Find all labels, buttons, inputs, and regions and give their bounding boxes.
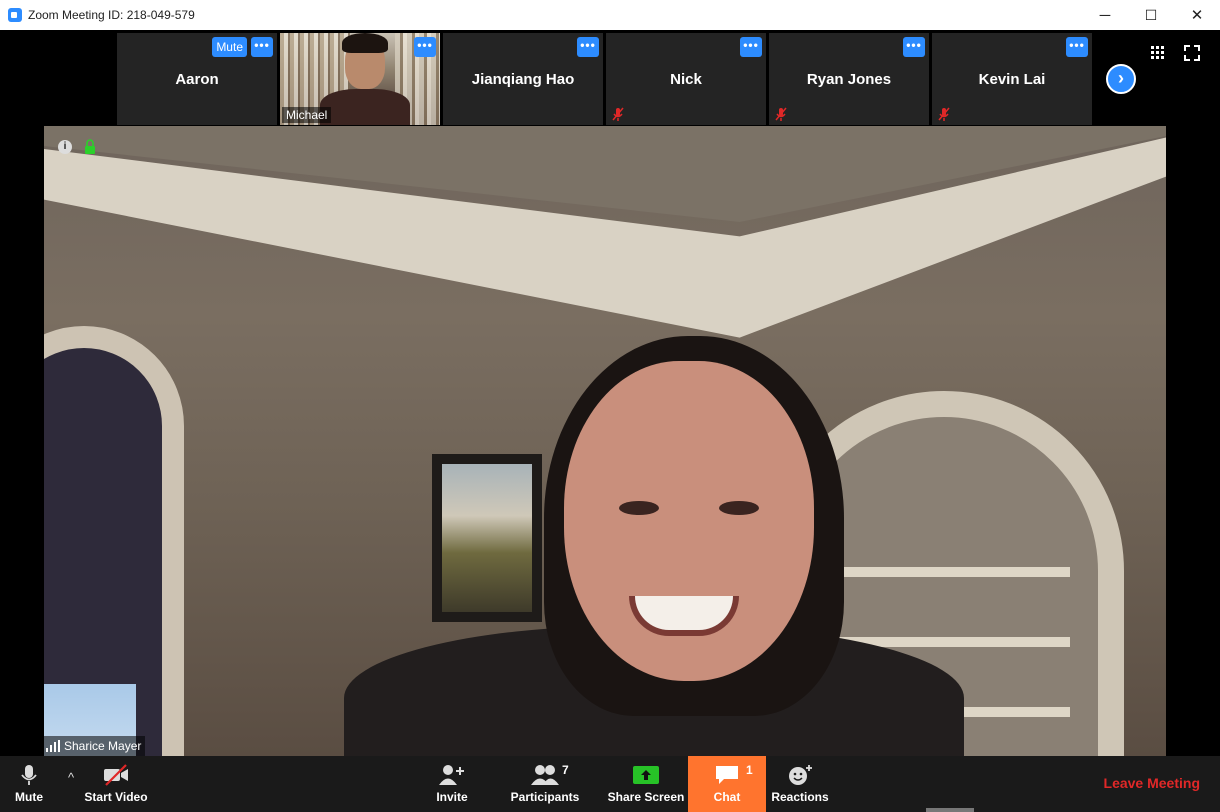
chat-button[interactable]: Chat [688,756,766,812]
audio-options-caret-icon[interactable]: ^ [62,770,80,788]
speaker-eye [619,501,659,515]
close-button[interactable]: ✕ [1174,0,1220,30]
reactions-label: Reactions [771,790,829,804]
zoom-app-icon [8,8,22,22]
speaker-name-text: Sharice Mayer [64,739,142,753]
participant-video-body [320,89,410,125]
gallery-view-icon[interactable] [1151,46,1165,60]
participants-count: 7 [562,763,569,777]
speaker-eye [719,501,759,515]
chat-bubble-icon [716,766,738,784]
video-painting-art [442,464,532,612]
mute-button[interactable]: Mute [8,756,50,812]
more-options-button[interactable]: ••• [740,37,762,57]
leave-meeting-button[interactable]: Leave Meeting [1104,775,1200,791]
mute-participant-button[interactable]: Mute [212,37,247,57]
maximize-button[interactable]: ☐ [1128,0,1174,30]
start-video-button[interactable]: Start Video [82,756,150,812]
participants-label: Participants [510,790,580,804]
participant-tile-kevin-lai[interactable]: Kevin Lai ••• [932,33,1092,125]
fullscreen-icon[interactable] [1184,45,1200,61]
participant-tile-aaron[interactable]: Aaron Mute ••• [117,33,277,125]
next-page-arrow-icon[interactable]: › [1106,64,1136,94]
participant-tile-ryan-jones[interactable]: Ryan Jones ••• [769,33,929,125]
encryption-lock-icon[interactable] [84,139,96,155]
minimize-button[interactable]: ─ [1082,0,1128,30]
muted-mic-icon [938,107,950,121]
participant-name: Aaron [175,71,219,88]
participant-video-hair [342,33,388,53]
muted-mic-icon [612,107,624,121]
participant-name: Kevin Lai [978,71,1046,88]
title-bar: Zoom Meeting ID: 218-049-579 ─ ☐ ✕ [0,0,1220,30]
more-options-button[interactable]: ••• [577,37,599,57]
window-controls: ─ ☐ ✕ [1082,0,1220,30]
more-options-button[interactable]: ••• [903,37,925,57]
participant-tile-nick[interactable]: Nick ••• [606,33,766,125]
participant-name: Nick [670,71,702,88]
participant-tile-jianqiang-hao[interactable]: Jianqiang Hao ••• [443,33,603,125]
invite-label: Invite [436,790,468,804]
window-title: Zoom Meeting ID: 218-049-579 [28,8,195,22]
video-left-arch [44,326,184,756]
reactions-smiley-icon [789,765,812,785]
reactions-button[interactable]: Reactions [771,756,829,812]
more-options-button[interactable]: ••• [414,37,436,57]
share-screen-label: Share Screen [607,790,685,804]
more-options-button[interactable]: ••• [1066,37,1088,57]
participant-filmstrip: Aaron Mute ••• Michael ••• Jianqiang Hao… [0,30,1220,126]
participant-name: Ryan Jones [806,71,892,88]
signal-strength-icon [46,740,60,752]
active-speaker-video: i Sharice Mayer [44,126,1166,756]
participants-icon [531,765,559,785]
invite-button[interactable]: Invite [430,756,474,812]
toolbar-scroll-indicator [926,808,974,812]
chat-unread-badge: 1 [746,763,753,777]
meeting-toolbar: Mute ^ Start Video Invite Participants 7 [0,756,1220,812]
participant-name: Jianqiang Hao [471,71,575,88]
participant-tile-michael[interactable]: Michael ••• [280,33,440,125]
chat-label: Chat [713,790,741,804]
microphone-icon [21,765,37,785]
share-screen-icon [633,766,659,784]
meeting-info-icon[interactable]: i [58,140,72,154]
video-painting [432,454,542,622]
video-off-icon [104,764,128,786]
share-screen-button[interactable]: Share Screen [607,756,685,812]
start-video-label: Start Video [84,790,148,804]
invite-person-icon [439,765,464,785]
mute-label: Mute [15,790,43,804]
participant-name: Michael [282,107,332,123]
muted-mic-icon [775,107,787,121]
more-options-button[interactable]: ••• [251,37,273,57]
speaker-name-label: Sharice Mayer [44,736,146,756]
